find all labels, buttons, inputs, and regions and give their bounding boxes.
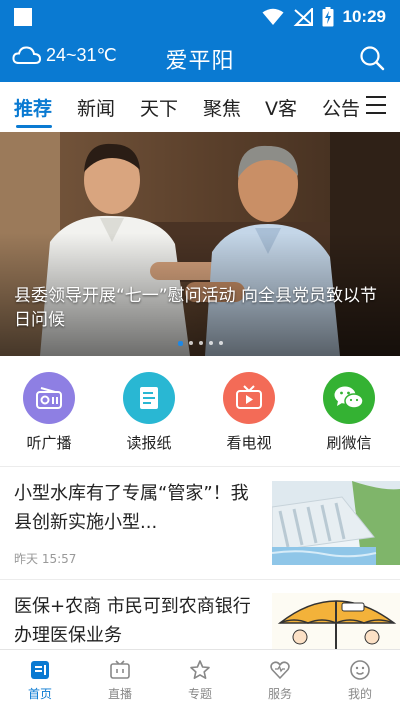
nav-label: 直播: [107, 687, 132, 701]
nav-label: 专题: [187, 687, 212, 701]
nav-services[interactable]: 服务: [240, 657, 320, 702]
notification-icon: [14, 8, 32, 26]
tab-news[interactable]: 新闻: [77, 94, 115, 121]
weather-temperature: 24~31℃: [46, 44, 117, 65]
star-icon: [160, 657, 240, 683]
tab-notice[interactable]: 公告: [322, 94, 360, 121]
entry-label: 刷微信: [326, 434, 372, 452]
channel-tabs: 推荐 新闻 天下 聚焦 V客 公告: [0, 82, 400, 132]
news-thumbnail: [272, 593, 400, 649]
app-header: 24~31℃ 爱平阳: [0, 34, 400, 82]
search-icon[interactable]: [358, 44, 386, 72]
carousel-dot[interactable]: [188, 341, 193, 345]
tv-entry[interactable]: 看电视: [209, 372, 289, 453]
news-title: 小型水库有了专属“管家”！我县创新实施小型...: [14, 483, 249, 533]
wifi-icon: [262, 8, 284, 25]
carousel-dot[interactable]: [198, 341, 203, 345]
news-item[interactable]: 医保+农商 市民可到农商银行办理医保业务: [0, 580, 400, 649]
radio-icon: [23, 372, 75, 424]
profile-icon: [320, 657, 400, 683]
active-tab-indicator: [16, 125, 52, 128]
nav-live[interactable]: 直播: [80, 657, 160, 702]
newspaper-icon: [123, 372, 175, 424]
carousel-dot[interactable]: [177, 341, 183, 346]
news-title: 医保+农商 市民可到农商银行办理医保业务: [14, 596, 251, 646]
home-icon: [0, 657, 80, 683]
banner-carousel[interactable]: 县委领导开展“七一”慰问活动 向全县党员致以节日问候: [0, 132, 400, 356]
wechat-icon: [323, 372, 375, 424]
live-tv-icon: [80, 657, 160, 683]
nav-home[interactable]: 首页: [0, 657, 80, 702]
entry-label: 看电视: [226, 434, 272, 452]
tab-vlog[interactable]: V客: [265, 94, 297, 121]
tab-recommend[interactable]: 推荐: [14, 94, 52, 121]
battery-charging-icon: [322, 7, 334, 27]
bottom-nav: 首页 直播 专题 服务 我的: [0, 649, 400, 711]
radio-entry[interactable]: 听广播: [9, 372, 89, 453]
banner-caption: 县委领导开展“七一”慰问活动 向全县党员致以节日问候: [14, 286, 378, 330]
cloud-icon: [12, 46, 42, 64]
carousel-indicator: [0, 341, 400, 347]
entry-label: 读报纸: [126, 434, 172, 452]
quick-entries: 听广播 读报纸 看电视 刷微信: [0, 356, 400, 466]
tab-world[interactable]: 天下: [140, 94, 178, 121]
nav-label: 服务: [267, 687, 292, 701]
news-thumbnail: [272, 481, 400, 565]
status-icons: 10:29: [262, 6, 386, 28]
channel-menu-icon[interactable]: [366, 96, 388, 116]
status-bar: 10:29: [0, 0, 400, 34]
weather-widget[interactable]: 24~31℃: [12, 44, 117, 66]
wechat-entry[interactable]: 刷微信: [309, 372, 389, 453]
tab-focus[interactable]: 聚焦: [203, 94, 241, 121]
heart-icon: [240, 657, 320, 683]
entry-label: 听广播: [26, 434, 72, 452]
tv-icon: [223, 372, 275, 424]
signal-off-icon: [293, 8, 313, 26]
carousel-dot[interactable]: [218, 341, 223, 345]
carousel-dot[interactable]: [208, 341, 213, 345]
news-time: 昨天 15:57: [14, 552, 77, 566]
nav-profile[interactable]: 我的: [320, 657, 400, 702]
news-item[interactable]: 小型水库有了专属“管家”！我县创新实施小型... 昨天 15:57: [0, 467, 400, 579]
nav-label: 首页: [27, 687, 52, 701]
newspaper-entry[interactable]: 读报纸: [109, 372, 189, 453]
nav-label: 我的: [347, 687, 372, 701]
nav-topics[interactable]: 专题: [160, 657, 240, 702]
clock: 10:29: [342, 7, 386, 26]
